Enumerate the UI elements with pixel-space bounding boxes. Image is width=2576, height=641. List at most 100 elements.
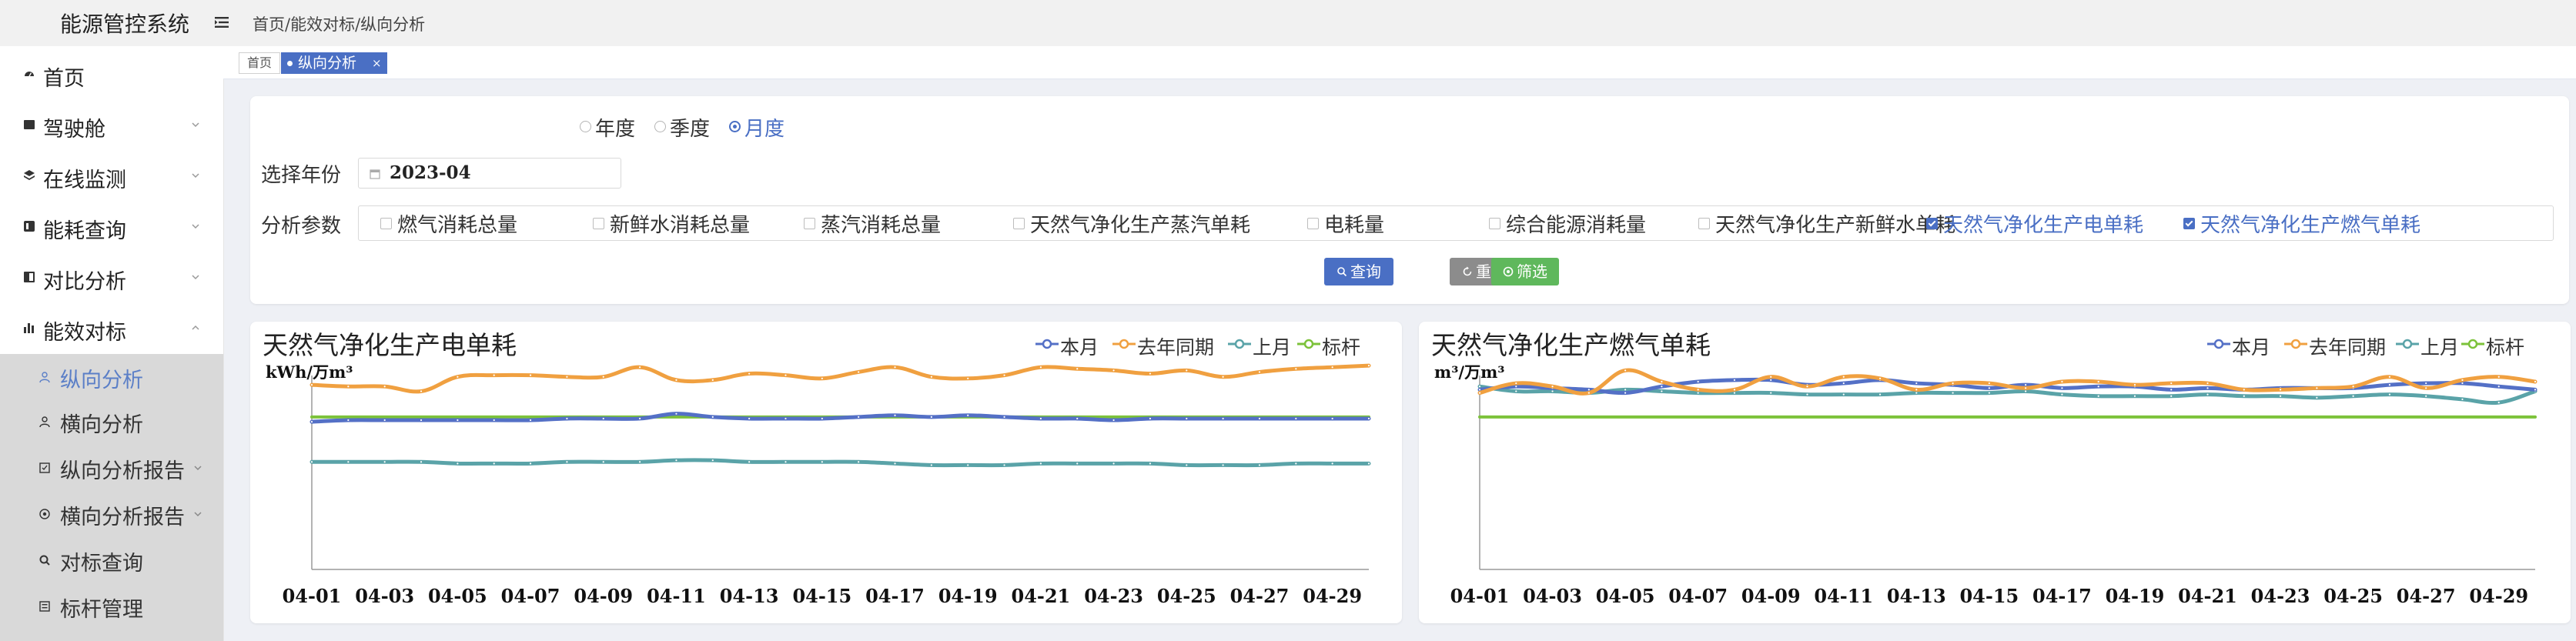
tab-vertical-analysis[interactable]: 纵向分析 × xyxy=(281,52,387,74)
data-point[interactable] xyxy=(1660,379,1664,384)
data-point[interactable] xyxy=(2170,388,2173,392)
submenu-item-benchmark-query[interactable]: 对标查询 xyxy=(0,537,223,582)
data-point[interactable] xyxy=(1624,369,1628,372)
data-point[interactable] xyxy=(1076,462,1079,466)
data-point[interactable] xyxy=(2024,383,2028,387)
data-point[interactable] xyxy=(674,378,678,382)
data-point[interactable] xyxy=(2206,386,2210,390)
data-point[interactable] xyxy=(1330,366,1334,369)
data-point[interactable] xyxy=(2278,388,2283,392)
data-point[interactable] xyxy=(820,416,824,421)
data-point[interactable] xyxy=(784,373,788,377)
data-point[interactable] xyxy=(929,415,933,419)
data-point[interactable] xyxy=(2206,381,2210,386)
data-point[interactable] xyxy=(1769,378,1773,382)
data-point[interactable] xyxy=(2096,394,2100,398)
data-point[interactable] xyxy=(1769,375,1773,379)
data-point[interactable] xyxy=(1112,462,1116,466)
data-point[interactable] xyxy=(601,460,605,464)
data-point[interactable] xyxy=(1148,462,1153,466)
filter-button[interactable]: 筛选 xyxy=(1491,258,1559,285)
data-point[interactable] xyxy=(1330,462,1334,466)
data-point[interactable] xyxy=(638,416,642,421)
data-point[interactable] xyxy=(1330,416,1334,421)
data-point[interactable] xyxy=(1624,391,1628,395)
data-point[interactable] xyxy=(1696,391,1700,395)
data-point[interactable] xyxy=(2497,400,2501,405)
data-point[interactable] xyxy=(1842,381,1845,386)
data-point[interactable] xyxy=(1294,416,1298,421)
menu-toggle-icon[interactable] xyxy=(214,15,229,30)
data-point[interactable] xyxy=(2533,388,2538,392)
data-point[interactable] xyxy=(528,373,533,377)
data-point[interactable] xyxy=(1732,388,1737,392)
data-point[interactable] xyxy=(1112,369,1116,372)
data-point[interactable] xyxy=(2096,385,2100,389)
data-point[interactable] xyxy=(1002,373,1006,377)
data-point[interactable] xyxy=(1514,389,1518,393)
sidebar-item-monitor[interactable]: 在线监测 xyxy=(0,152,223,199)
data-point[interactable] xyxy=(528,418,533,422)
sidebar-item-home[interactable]: 首页 xyxy=(0,51,223,97)
data-point[interactable] xyxy=(2242,388,2246,392)
data-point[interactable] xyxy=(893,366,897,369)
data-point[interactable] xyxy=(601,416,605,421)
submenu-item-horizontal-analysis[interactable]: 横向分析 xyxy=(0,399,223,443)
data-point[interactable] xyxy=(2387,392,2391,396)
data-point[interactable] xyxy=(1732,378,1737,382)
data-point[interactable] xyxy=(1587,388,1591,392)
data-point[interactable] xyxy=(966,413,970,417)
data-point[interactable] xyxy=(1367,364,1371,368)
data-point[interactable] xyxy=(2387,383,2391,387)
data-point[interactable] xyxy=(711,378,714,382)
data-point[interactable] xyxy=(1915,381,1919,386)
data-point[interactable] xyxy=(711,415,714,419)
data-point[interactable] xyxy=(2424,394,2428,398)
data-point[interactable] xyxy=(1842,392,1845,396)
data-point[interactable] xyxy=(1185,369,1189,372)
data-point[interactable] xyxy=(966,463,970,467)
data-point[interactable] xyxy=(2060,379,2064,384)
data-point[interactable] xyxy=(1805,385,1809,389)
data-point[interactable] xyxy=(1624,388,1628,392)
data-point[interactable] xyxy=(492,418,496,422)
data-point[interactable] xyxy=(1769,391,1773,395)
submenu-item-benchmark-manage[interactable]: 标杆管理 xyxy=(0,583,223,628)
data-point[interactable] xyxy=(1514,385,1518,389)
data-point[interactable] xyxy=(1112,418,1116,422)
data-point[interactable] xyxy=(711,459,714,462)
data-point[interactable] xyxy=(419,418,423,422)
data-point[interactable] xyxy=(748,416,751,421)
data-point[interactable] xyxy=(309,383,314,387)
data-point[interactable] xyxy=(1915,388,1919,392)
data-point[interactable] xyxy=(492,462,496,466)
data-point[interactable] xyxy=(1294,462,1298,466)
data-point[interactable] xyxy=(2424,381,2428,386)
submenu-item-vertical-report[interactable]: 纵向分析报告 xyxy=(0,445,223,489)
data-point[interactable] xyxy=(2351,385,2355,389)
data-point[interactable] xyxy=(1842,375,1845,379)
submenu-item-horizontal-report[interactable]: 横向分析报告 xyxy=(0,491,223,536)
data-point[interactable] xyxy=(820,460,824,464)
data-point[interactable] xyxy=(419,389,423,393)
data-point[interactable] xyxy=(1221,416,1225,421)
data-point[interactable] xyxy=(674,459,678,462)
data-point[interactable] xyxy=(1477,385,1482,389)
sidebar-item-benchmark[interactable]: 能效对标 xyxy=(0,305,223,351)
data-point[interactable] xyxy=(2133,383,2137,387)
data-point[interactable] xyxy=(1257,463,1262,467)
data-point[interactable] xyxy=(456,462,460,466)
data-point[interactable] xyxy=(929,463,933,467)
data-point[interactable] xyxy=(1696,388,1700,392)
data-point[interactable] xyxy=(893,462,897,466)
sidebar-item-compare[interactable]: 对比分析 xyxy=(0,254,223,300)
data-point[interactable] xyxy=(2170,381,2173,386)
data-point[interactable] xyxy=(2351,394,2355,398)
data-point[interactable] xyxy=(1076,416,1079,421)
data-point[interactable] xyxy=(2387,375,2391,379)
data-point[interactable] xyxy=(2024,386,2028,390)
data-point[interactable] xyxy=(1587,391,1591,395)
data-point[interactable] xyxy=(419,460,423,464)
data-point[interactable] xyxy=(893,413,897,417)
sidebar-item-energy-query[interactable]: 能耗查询 xyxy=(0,203,223,249)
